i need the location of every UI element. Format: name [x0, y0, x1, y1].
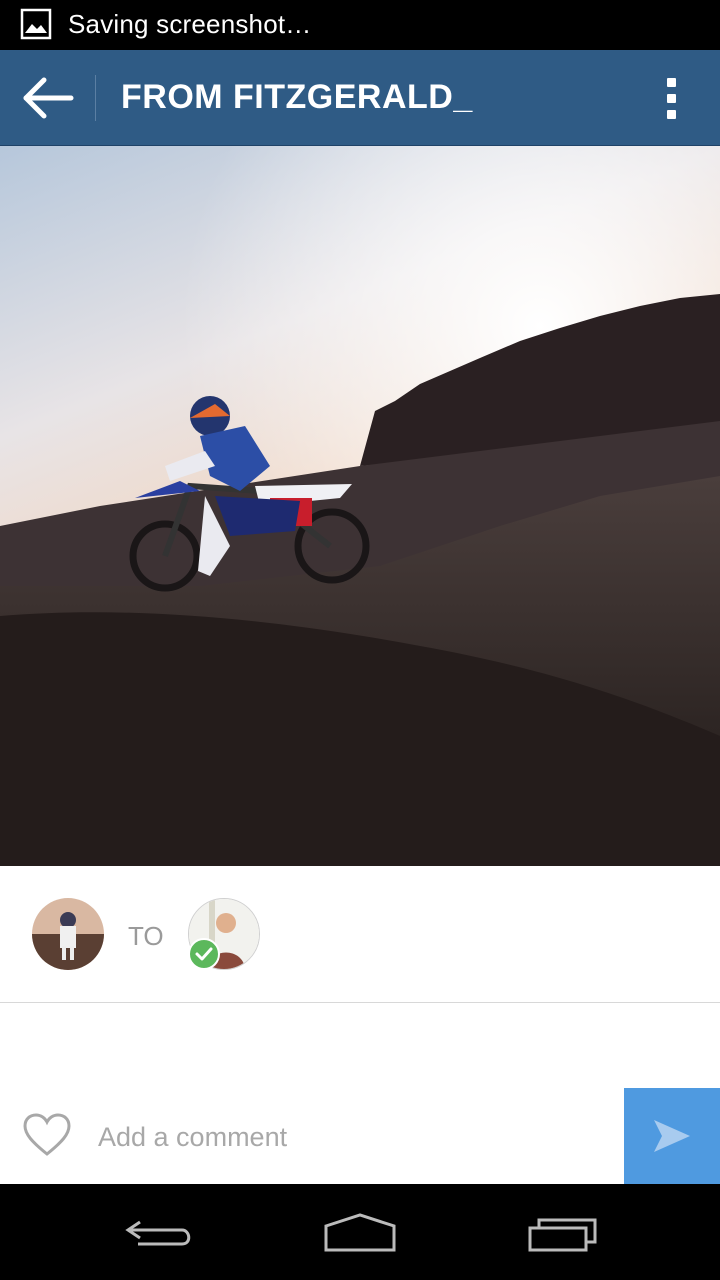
sender-avatar[interactable] [32, 898, 104, 970]
status-bar: Saving screenshot… [0, 0, 720, 50]
to-label: TO [128, 921, 164, 951]
comment-input[interactable] [96, 1110, 610, 1164]
overflow-menu-button[interactable] [655, 72, 689, 124]
nav-recents-button[interactable] [525, 1208, 605, 1258]
divider [0, 1002, 720, 1003]
image-icon [20, 8, 52, 40]
like-button[interactable] [22, 1112, 72, 1158]
direct-photo[interactable] [0, 146, 720, 866]
nav-back-icon [120, 1220, 200, 1262]
comment-bar [0, 1088, 720, 1184]
arrow-left-icon [18, 77, 78, 127]
nav-home-icon [320, 1213, 400, 1262]
status-text: Saving screenshot… [68, 9, 312, 39]
send-button[interactable] [624, 1088, 720, 1184]
check-circle-icon [188, 938, 220, 970]
nav-back-button[interactable] [120, 1208, 200, 1258]
back-button[interactable] [18, 73, 78, 123]
nav-recents-icon [525, 1218, 605, 1262]
nav-home-button[interactable] [320, 1208, 400, 1258]
system-nav-bar [0, 1184, 720, 1280]
app-bar: FROM FITZGERALD_ [0, 50, 720, 146]
recipients-row: TO [0, 866, 720, 1002]
page-title: FROM FITZGERALD_ [121, 78, 473, 116]
heart-outline-icon [22, 1113, 72, 1162]
app-bar-divider [95, 75, 96, 121]
